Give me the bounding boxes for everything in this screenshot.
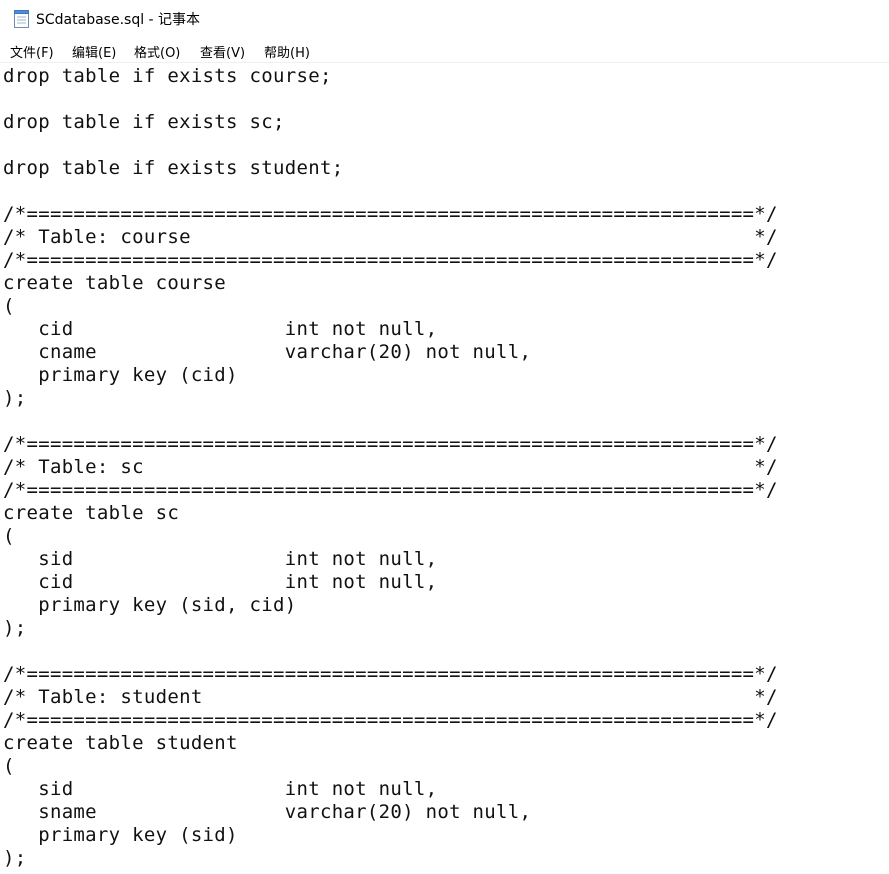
menu-format[interactable]: 格式(O)	[134, 42, 180, 61]
window-title: SCdatabase.sql - 记事本	[36, 12, 201, 28]
menu-help[interactable]: 帮助(H)	[264, 42, 310, 61]
text-editor-area[interactable]: drop table if exists course; drop table …	[0, 63, 889, 874]
title-bar[interactable]: SCdatabase.sql - 记事本	[0, 0, 889, 38]
menu-edit[interactable]: 编辑(E)	[72, 42, 116, 61]
notepad-icon	[14, 10, 29, 28]
notepad-window: SCdatabase.sql - 记事本 文件(F) 编辑(E) 格式(O) 查…	[0, 0, 889, 874]
editor-content[interactable]: drop table if exists course; drop table …	[3, 65, 778, 870]
menu-view[interactable]: 查看(V)	[200, 42, 245, 61]
menu-bar: 文件(F) 编辑(E) 格式(O) 查看(V) 帮助(H)	[0, 38, 889, 63]
menu-file[interactable]: 文件(F)	[10, 42, 54, 61]
